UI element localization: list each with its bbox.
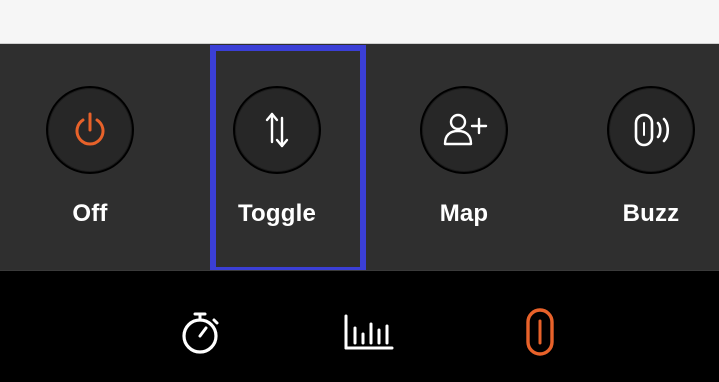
- stopwatch-icon: [182, 312, 219, 354]
- toggle-label: Toggle: [237, 200, 317, 227]
- buzz-label: Buzz: [622, 200, 680, 227]
- off-label: Off: [72, 200, 108, 227]
- device-icon: [526, 308, 554, 356]
- tab-timer[interactable]: [170, 307, 230, 357]
- map-label: Map: [439, 200, 489, 227]
- buzz-button[interactable]: [607, 86, 695, 174]
- tab-stats[interactable]: [339, 307, 399, 357]
- add-person-icon: [443, 113, 488, 146]
- toggle-action[interactable]: Toggle: [202, 44, 352, 270]
- buzz-action[interactable]: Buzz: [576, 44, 719, 270]
- map-action[interactable]: Map: [389, 44, 539, 270]
- bar-chart-icon: [344, 314, 394, 350]
- tab-bar: [0, 270, 719, 382]
- off-button[interactable]: [46, 86, 134, 174]
- device-vibrate-icon: [634, 113, 670, 147]
- map-button[interactable]: [420, 86, 508, 174]
- swap-vertical-icon: [265, 112, 289, 148]
- quick-actions-panel: Off Toggle Map Buzz: [0, 44, 719, 270]
- power-icon: [75, 112, 105, 146]
- tab-device[interactable]: [510, 307, 570, 357]
- toggle-button[interactable]: [233, 86, 321, 174]
- status-area: [0, 0, 719, 44]
- off-action[interactable]: Off: [15, 44, 165, 270]
